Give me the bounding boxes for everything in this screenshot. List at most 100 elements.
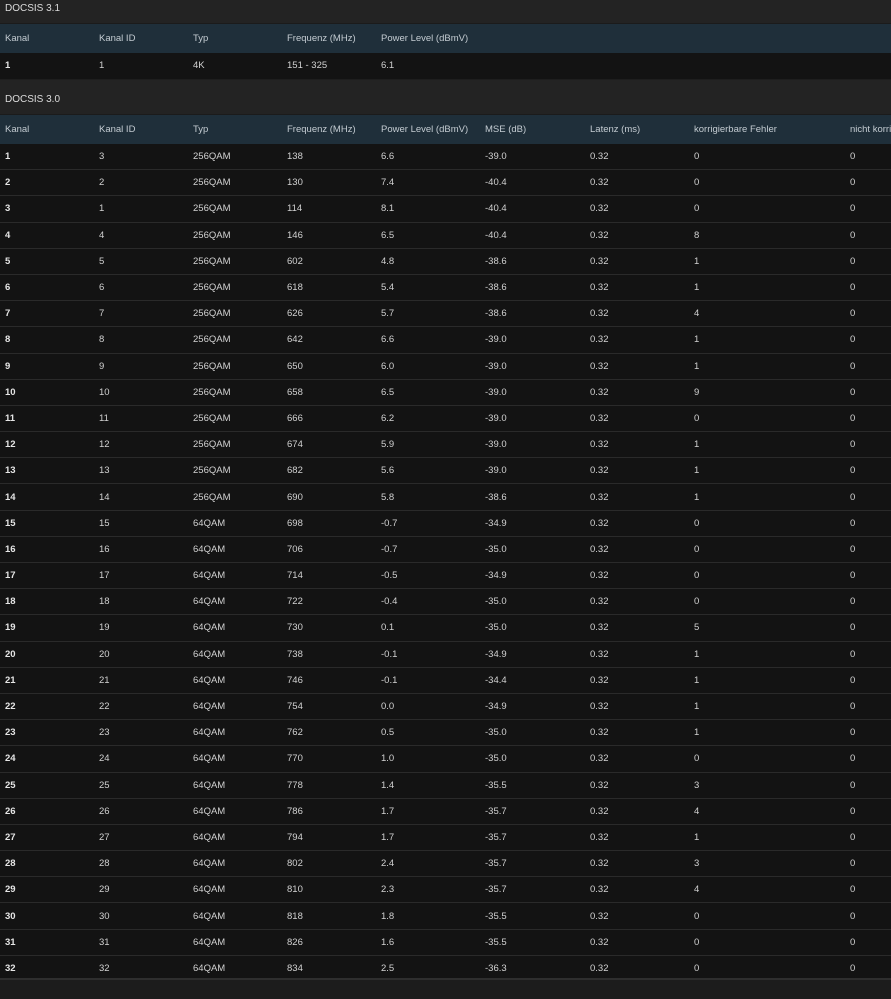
table-cell: 64QAM (188, 667, 282, 694)
table-cell: 15 (0, 510, 94, 537)
table-cell: 0.32 (585, 719, 689, 747)
table-cell: 8 (689, 222, 845, 249)
table-cell: 674 (282, 431, 376, 459)
table-row: 30 30 64QAM 818 1.8 -35.5 0.32 0 0 (0, 902, 891, 930)
table-cell: 4K (188, 53, 282, 80)
table-cell: 18 (94, 588, 188, 616)
table-cell: 0 (689, 510, 845, 537)
table-cell: 64QAM (188, 824, 282, 852)
table-cell: 706 (282, 536, 376, 564)
table-row: 12 12 256QAM 674 5.9 -39.0 0.32 1 0 (0, 431, 891, 459)
table-cell: 1 (689, 719, 845, 747)
table-cell: 151 - 325 (282, 53, 376, 80)
table-cell: 0 (845, 745, 891, 773)
table-cell: -35.7 (480, 876, 585, 904)
table-cell: 4 (689, 798, 845, 825)
table-row: 19 19 64QAM 730 0.1 -35.0 0.32 5 0 (0, 614, 891, 642)
table-cell: 0.32 (585, 850, 689, 878)
table-cell: -38.6 (480, 300, 585, 328)
table-cell: 21 (94, 667, 188, 694)
table-cell: -0.4 (376, 588, 480, 616)
table-cell: 5.9 (376, 431, 480, 459)
table-cell: 0 (845, 169, 891, 197)
table-cell: 20 (94, 641, 188, 668)
table-cell: 1 (689, 824, 845, 852)
table-cell: 27 (94, 824, 188, 852)
column-header: Kanal (0, 24, 94, 53)
table-cell: 26 (0, 798, 94, 825)
table-row: 3 1 256QAM 114 8.1 -40.4 0.32 0 0 (0, 195, 891, 223)
table-cell: 0.32 (585, 379, 689, 406)
table-cell: 16 (94, 536, 188, 564)
table-cell: -34.9 (480, 510, 585, 537)
table-cell: -35.0 (480, 536, 585, 564)
table-cell: 256QAM (188, 274, 282, 302)
table-cell: 13 (0, 457, 94, 485)
table-row: 29 29 64QAM 810 2.3 -35.7 0.32 4 0 (0, 876, 891, 904)
table-cell: 0.32 (585, 510, 689, 537)
table-cell: 15 (94, 510, 188, 537)
table-cell: 19 (94, 614, 188, 642)
table-cell: 22 (94, 693, 188, 721)
table-cell: 0 (689, 195, 845, 223)
table-cell: 8 (0, 326, 94, 354)
table-cell: 0.0 (376, 693, 480, 721)
table-cell: 0.32 (585, 876, 689, 904)
table-cell: -0.5 (376, 562, 480, 590)
table-cell: 23 (0, 719, 94, 747)
table-cell: -0.1 (376, 641, 480, 668)
table-cell: 754 (282, 693, 376, 721)
table-cell: 714 (282, 562, 376, 590)
table-cell: 8 (94, 326, 188, 354)
table-cell: 6 (94, 274, 188, 302)
table-cell: 0.32 (585, 772, 689, 799)
table-cell: 28 (94, 850, 188, 878)
table-cell: 1 (689, 667, 845, 694)
docsis31-section-title: DOCSIS 3.1 (0, 0, 891, 24)
table-cell: 0 (845, 353, 891, 380)
column-header: Latenz (ms) (585, 114, 689, 144)
table-cell: 0.32 (585, 248, 689, 275)
table-cell: 31 (94, 929, 188, 956)
table-cell: -35.0 (480, 588, 585, 616)
horizontal-scrollbar[interactable] (0, 978, 891, 999)
table-cell: 6.6 (376, 326, 480, 354)
table-cell: -0.1 (376, 667, 480, 694)
table-row: 7 7 256QAM 626 5.7 -38.6 0.32 4 0 (0, 300, 891, 328)
column-header: korrigierbare Fehler (689, 114, 845, 144)
table-cell: 0 (689, 562, 845, 590)
table-cell: -35.7 (480, 824, 585, 852)
table-row: 1 3 256QAM 138 6.6 -39.0 0.32 0 0 (0, 143, 891, 171)
column-header: Kanal ID (94, 114, 188, 144)
table-cell: 30 (94, 902, 188, 930)
table-cell: 650 (282, 353, 376, 380)
table-cell: -35.0 (480, 719, 585, 747)
table-row: 8 8 256QAM 642 6.6 -39.0 0.32 1 0 (0, 326, 891, 354)
table-cell: 0 (845, 483, 891, 511)
table-cell: 1.6 (376, 929, 480, 956)
table-cell: 1 (689, 353, 845, 380)
table-cell: 666 (282, 405, 376, 433)
table-cell: -40.4 (480, 169, 585, 197)
table-cell: 17 (94, 562, 188, 590)
table-cell: -0.7 (376, 510, 480, 537)
table-cell: 9 (0, 353, 94, 380)
table-cell: 0 (845, 457, 891, 485)
table-cell: 0.32 (585, 457, 689, 485)
docsis30-table-body: 1 3 256QAM 138 6.6 -39.0 0.32 0 0 2 2 256QAM 130 7.4-… (0, 143, 891, 983)
table-cell: -40.4 (480, 195, 585, 223)
column-header: nicht korri (845, 114, 891, 144)
table-cell: 5.7 (376, 300, 480, 328)
table-cell: 818 (282, 902, 376, 930)
table-row: 15 15 64QAM 698 -0.7 -34.9 0.32 0 0 (0, 510, 891, 537)
table-cell: -35.5 (480, 929, 585, 956)
docsis31-header-row: Kanal Kanal ID Typ Frequenz (MHz) Power Leve… (0, 24, 891, 53)
table-cell: 0.32 (585, 536, 689, 564)
table-cell: 698 (282, 510, 376, 537)
table-cell: 0 (845, 431, 891, 459)
table-cell: 0 (845, 667, 891, 694)
table-cell: 29 (94, 876, 188, 904)
column-header: Frequenz (MHz) (282, 114, 376, 144)
table-cell: 1 (689, 693, 845, 721)
table-cell: 8.1 (376, 195, 480, 223)
